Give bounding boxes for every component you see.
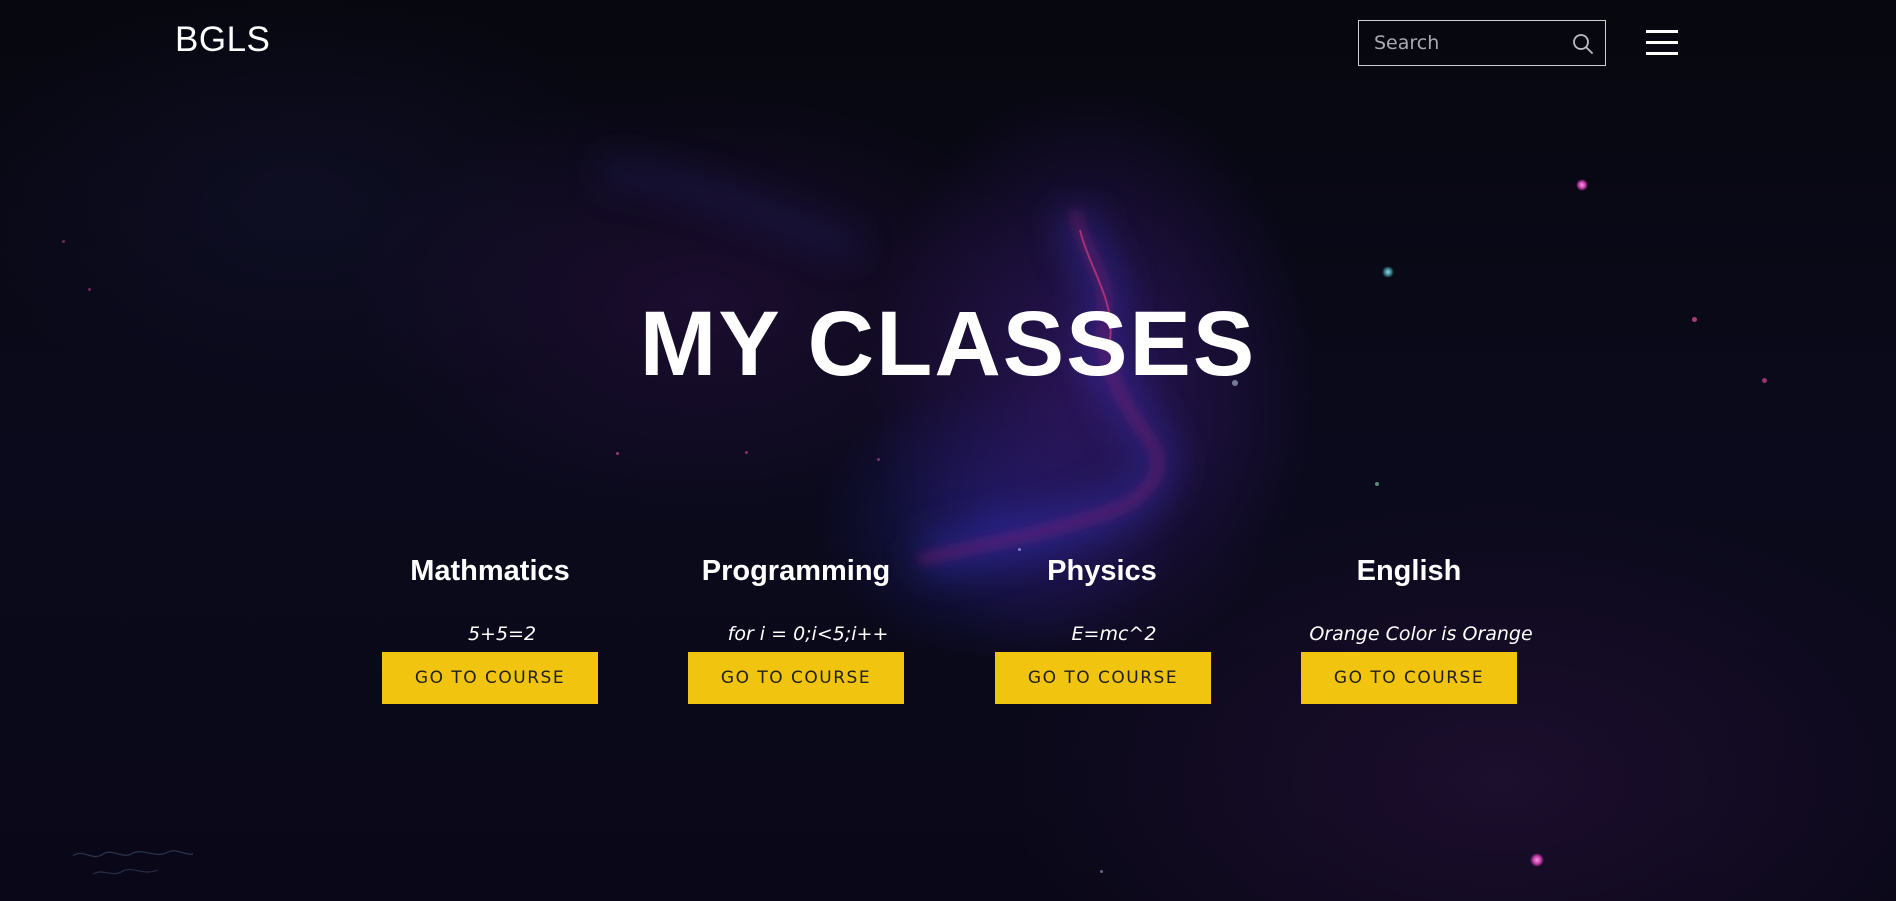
star	[616, 452, 619, 455]
course-description: 5+5=2	[467, 623, 537, 645]
go-to-course-button[interactable]: GO TO COURSE	[1301, 652, 1517, 704]
search-icon[interactable]	[1571, 32, 1595, 56]
course-title: Physics	[1047, 555, 1157, 587]
go-to-course-button[interactable]: GO TO COURSE	[995, 652, 1211, 704]
brand-logo-link[interactable]: BGLS	[175, 20, 270, 60]
star	[745, 451, 748, 454]
course-card-english: English Orange Color is Orange GO TO COU…	[1259, 545, 1559, 715]
course-card-physics: Physics E=mc^2 GO TO COURSE	[952, 545, 1252, 715]
nebula-background	[598, 155, 1178, 580]
site-header: BGLS	[0, 0, 1896, 90]
star	[1530, 853, 1544, 867]
star	[1100, 870, 1103, 873]
course-description: E=mc^2	[1071, 623, 1157, 645]
page-title: MY CLASSES	[639, 293, 1257, 395]
course-card-mathematics: Mathmatics 5+5=2 GO TO COURSE	[340, 545, 640, 715]
search-input[interactable]	[1374, 32, 1564, 54]
search-bar	[1358, 20, 1606, 66]
course-description: Orange Color is Orange	[1309, 623, 1533, 645]
go-to-course-button[interactable]: GO TO COURSE	[382, 652, 598, 704]
watermark-signature	[72, 850, 194, 875]
star	[88, 288, 91, 291]
hamburger-menu-icon[interactable]	[1646, 28, 1678, 56]
star	[1576, 179, 1588, 191]
star	[1375, 482, 1379, 486]
course-list: Mathmatics 5+5=2 GO TO COURSE Programmin…	[0, 545, 1896, 725]
course-title: Mathmatics	[410, 555, 570, 587]
menu-bar	[1646, 52, 1678, 55]
star	[1382, 266, 1394, 278]
go-to-course-button[interactable]: GO TO COURSE	[688, 652, 904, 704]
menu-bar	[1646, 41, 1678, 44]
menu-bar	[1646, 30, 1678, 33]
course-description: for i = 0;i<5;i++	[727, 623, 889, 645]
course-title: English	[1356, 555, 1462, 587]
course-title: Programming	[701, 555, 891, 587]
star	[62, 240, 65, 243]
star	[877, 458, 880, 461]
course-card-programming: Programming for i = 0;i<5;i++ GO TO COUR…	[646, 545, 946, 715]
